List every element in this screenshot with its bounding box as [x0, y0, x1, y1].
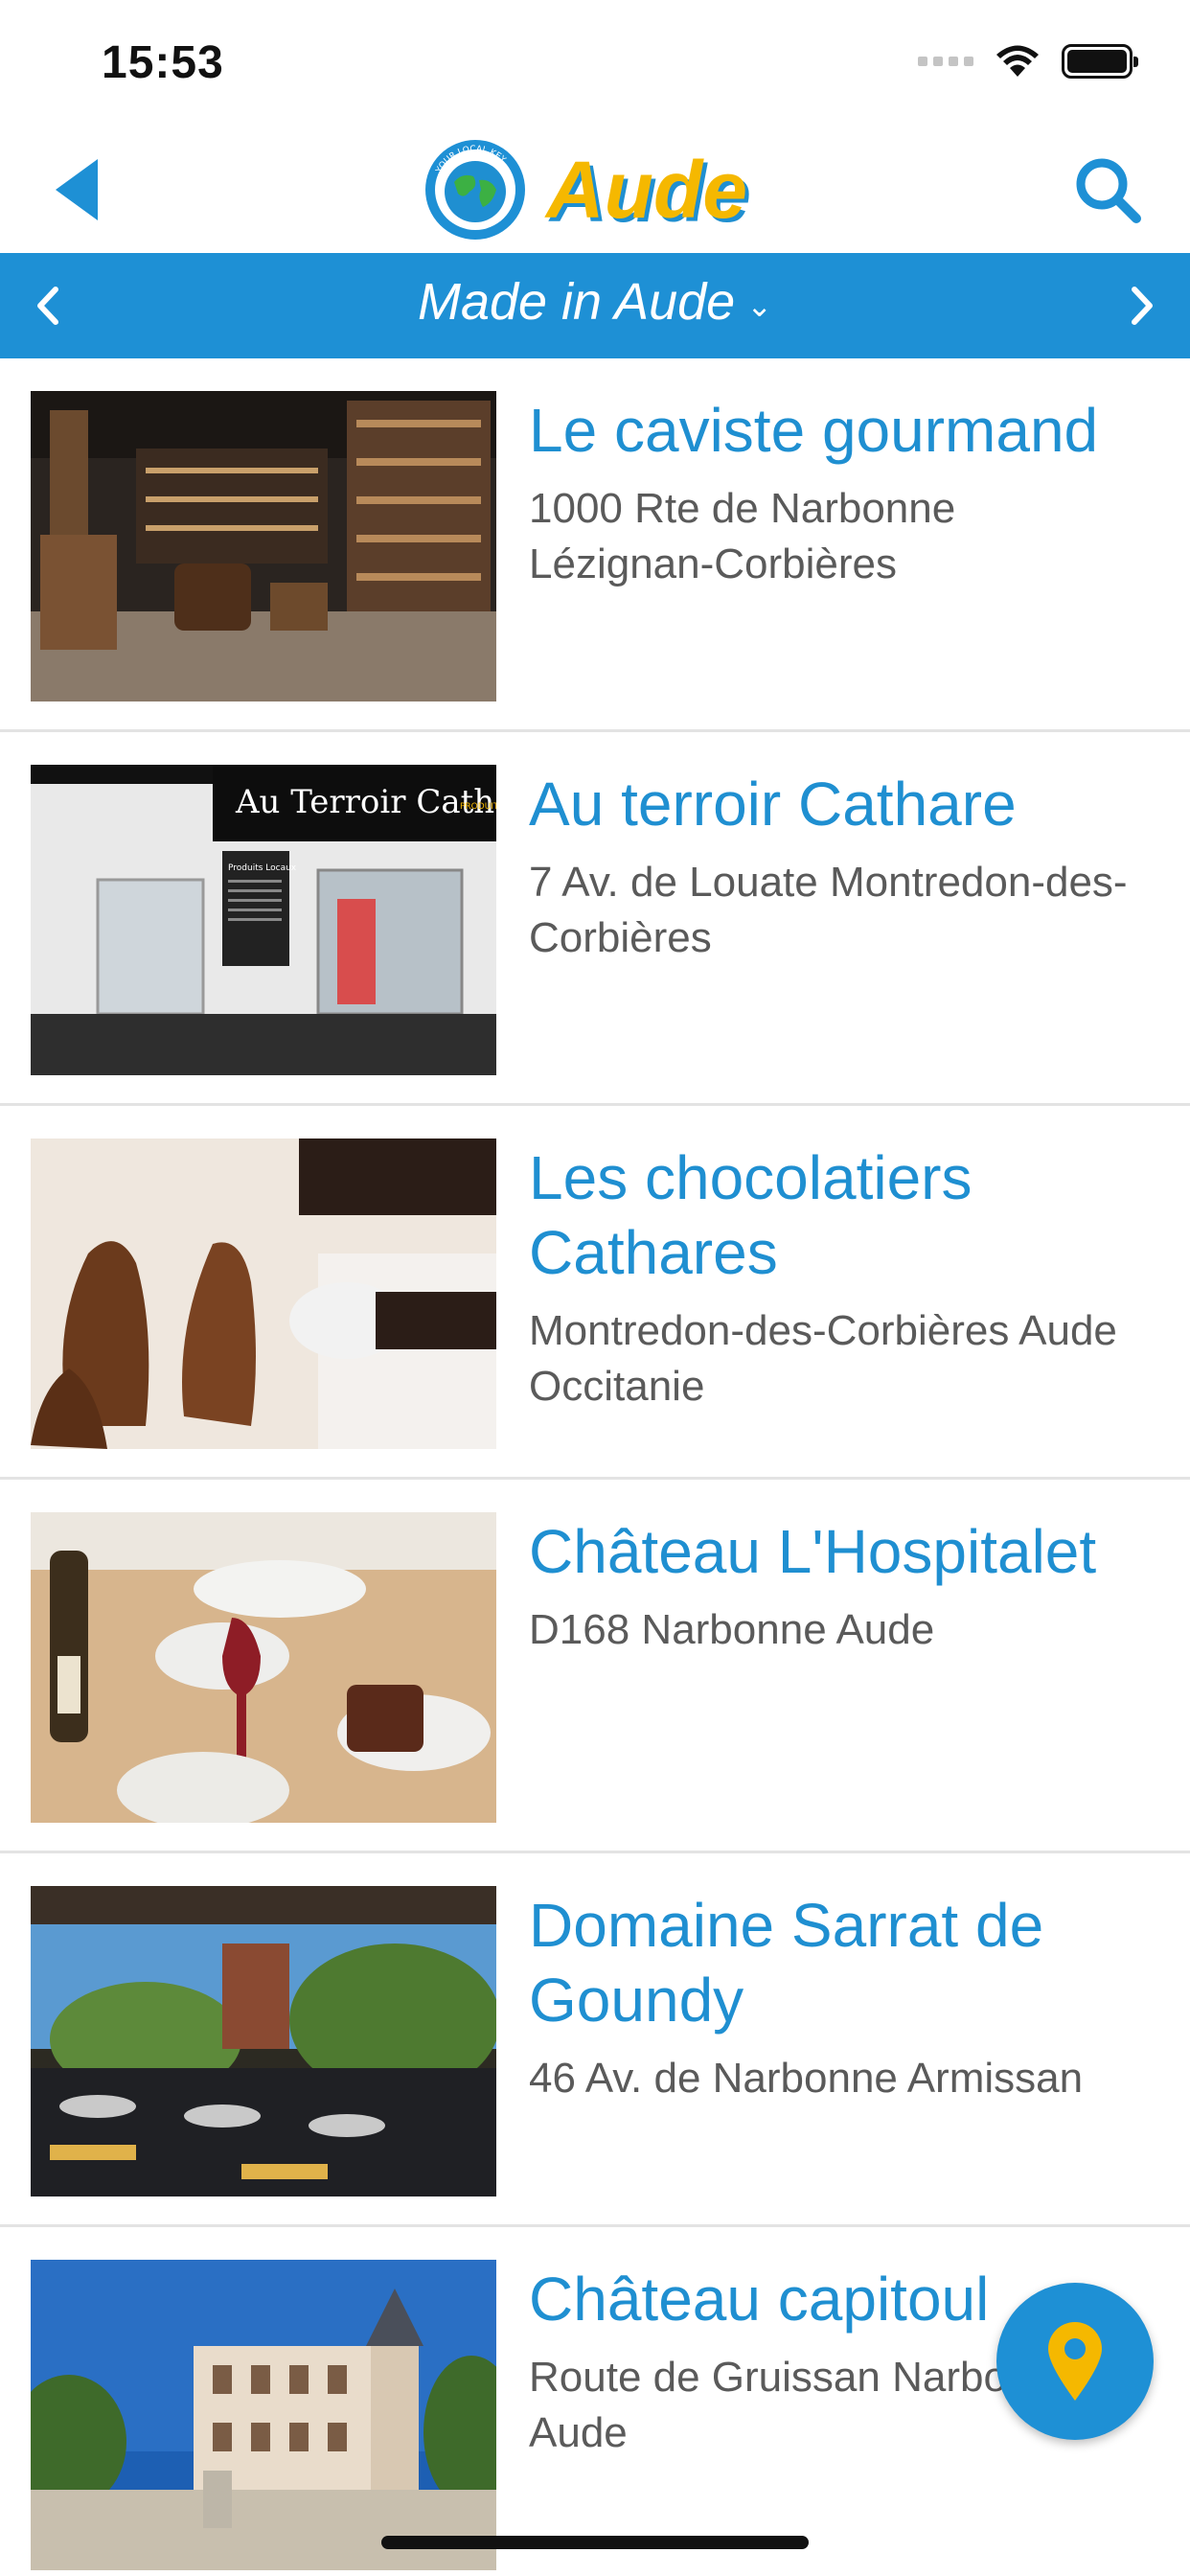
shop-sign-subtext: PRODUITS LOCAUX — [460, 802, 496, 812]
shop-sign-text: Au Terroir Cathare — [235, 783, 496, 821]
shop-photo — [31, 391, 496, 702]
app-title: Aude — [546, 144, 747, 235]
list-item[interactable]: Au Terroir Cathare PRODUITS LOCAUX Produ… — [0, 732, 1190, 1106]
shop-photo: Au Terroir Cathare PRODUITS LOCAUX Produ… — [31, 765, 496, 1075]
next-category-button[interactable] — [1123, 282, 1161, 330]
app-logo: YOUR LOCAL KEY Aude — [422, 136, 747, 243]
item-title[interactable]: Le caviste gourmand — [529, 393, 1161, 468]
item-address: 46 Av. de Narbonne Armissan — [529, 2055, 1084, 2102]
shop-photo — [31, 1512, 496, 1823]
item-title[interactable]: Au terroir Cathare — [529, 767, 1161, 841]
chevron-down-icon: ⌄ — [746, 288, 773, 323]
cellular-signal-icon — [918, 57, 973, 66]
shop-photo — [31, 1886, 496, 2196]
list-item[interactable]: Château L'Hospitalet D168 Narbonne Aude — [0, 1480, 1190, 1853]
category-bar: Made in Aude ⌄ — [0, 253, 1190, 358]
shop-photo — [31, 2260, 496, 2570]
item-title[interactable]: Domaine Sarrat de Goundy — [529, 1888, 1161, 2037]
status-time: 15:53 — [102, 37, 224, 88]
map-pin-icon — [1048, 2322, 1102, 2401]
map-view-button[interactable] — [996, 2283, 1154, 2440]
globe-logo-icon: YOUR LOCAL KEY — [425, 140, 525, 240]
item-title[interactable]: Les chocolatiers Cathares — [529, 1140, 1161, 1290]
shop-photo — [31, 1138, 496, 1449]
home-indicator — [381, 2536, 809, 2549]
nav-bar: YOUR LOCAL KEY Aude — [0, 126, 1190, 253]
category-title: Made in Aude — [417, 273, 736, 331]
search-icon[interactable] — [1073, 155, 1142, 224]
list-item[interactable]: Le caviste gourmand 1000 Rte de Narbonne… — [0, 358, 1190, 732]
back-chevron-icon[interactable] — [46, 153, 113, 226]
shop-board-text: Produits Locaux — [228, 863, 297, 873]
wifi-icon — [996, 45, 1039, 77]
status-icons — [918, 44, 1138, 79]
item-address: 7 Av. de Louate Montredon-des-Corbières — [529, 859, 1128, 961]
item-address: D168 Narbonne Aude — [529, 1606, 935, 1653]
list-item[interactable]: Domaine Sarrat de Goundy 46 Av. de Narbo… — [0, 1853, 1190, 2227]
category-dropdown[interactable]: Made in Aude ⌄ — [0, 272, 1190, 332]
list-item[interactable]: Les chocolatiers Cathares Montredon-des-… — [0, 1106, 1190, 1480]
item-address: Montredon-des-Corbières Aude Occitanie — [529, 1307, 1117, 1410]
status-bar: 15:53 — [0, 0, 1190, 126]
battery-icon — [1062, 44, 1138, 79]
item-title[interactable]: Château L'Hospitalet — [529, 1514, 1161, 1589]
item-address: 1000 Rte de Narbonne Lézignan-Corbières — [529, 485, 956, 587]
listing-list: Le caviste gourmand 1000 Rte de Narbonne… — [0, 358, 1190, 2576]
